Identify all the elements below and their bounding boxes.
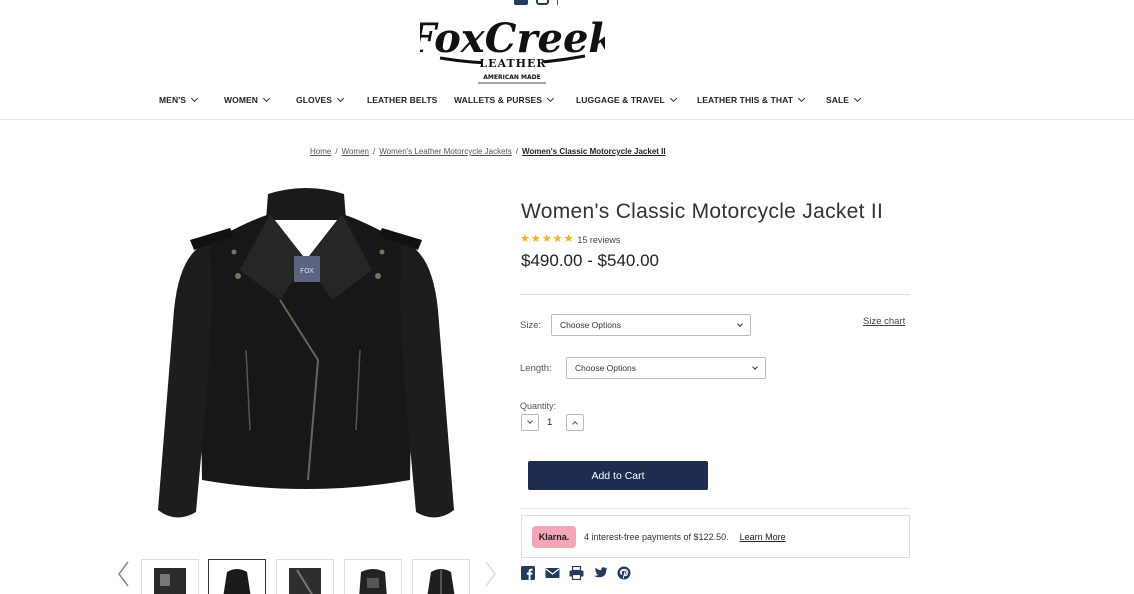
nav-item-gloves[interactable]: GLOVES: [296, 94, 345, 105]
print-icon[interactable]: [569, 565, 584, 581]
length-label: Length:: [520, 363, 552, 374]
nav-item-leather-belts[interactable]: LEATHER BELTS: [367, 95, 437, 105]
quantity-value[interactable]: 1: [547, 417, 552, 428]
chevron-down-icon: [752, 364, 758, 370]
logo-tagline: AMERICAN MADE: [483, 74, 540, 81]
nav-item-leather-this-that[interactable]: LEATHER THIS & THAT: [697, 94, 806, 105]
nav-item-wallets-purses[interactable]: WALLETS & PURSES: [454, 94, 555, 105]
nav-label: WALLETS & PURSES: [454, 95, 543, 105]
nav-label: GLOVES: [296, 95, 333, 105]
star-icon: ★: [520, 233, 530, 245]
chevron-down-icon: [854, 94, 862, 103]
gallery-thumbnail-active[interactable]: [208, 559, 266, 594]
nav-label: MEN'S: [159, 95, 187, 105]
divider: [520, 294, 910, 295]
gallery-next-button[interactable]: [484, 560, 498, 588]
email-icon[interactable]: [545, 566, 560, 580]
chevron-down-icon: [669, 94, 677, 103]
logo-graphic: FoxCreek LEATHER AMERICAN MADE: [407, 15, 616, 84]
breadcrumb-current[interactable]: Women's Classic Motorcycle Jacket II: [522, 147, 666, 156]
gallery-thumbnail[interactable]: [412, 559, 470, 594]
klarna-message: 4 interest-free payments of $122.50.: [584, 531, 729, 542]
chevron-left-icon: [118, 561, 129, 587]
jacket-image: FOX: [158, 188, 454, 518]
nav-label: LEATHER BELTS: [367, 95, 438, 105]
nav-label: LUGGAGE & TRAVEL: [576, 95, 665, 105]
nav-divider: [0, 119, 1134, 120]
nav-label: SALE: [826, 95, 850, 105]
size-select-value: Choose Options: [560, 320, 621, 330]
product-main-image[interactable]: FOX: [150, 180, 462, 540]
instagram-icon[interactable]: [536, 0, 549, 5]
thumbnail-image: [289, 568, 321, 594]
thumbnail-image: [223, 569, 251, 594]
facebook-icon[interactable]: [521, 566, 535, 580]
chevron-down-icon: [546, 94, 555, 103]
klarna-learn-more-link[interactable]: Learn More: [740, 532, 786, 542]
gallery-thumbnail[interactable]: [141, 559, 199, 594]
size-select[interactable]: Choose Options: [551, 314, 751, 336]
gallery-prev-button[interactable]: [116, 560, 130, 588]
chevron-down-icon: [262, 94, 271, 103]
star-icon: ★: [541, 233, 552, 245]
product-price: $490.00 - $540.00: [521, 251, 660, 270]
star-icon: ★: [552, 233, 563, 245]
length-select[interactable]: Choose Options: [566, 357, 766, 379]
twitter-icon[interactable]: [593, 566, 608, 580]
chevron-down-icon: [737, 321, 743, 327]
logo-sub: LEATHER: [479, 57, 546, 70]
size-label: Size:: [520, 320, 542, 331]
length-select-value: Choose Options: [575, 363, 636, 373]
klarna-promo: Klarna. 4 interest-free payments of $122…: [521, 515, 910, 558]
header-social-links: [514, 0, 558, 5]
chevron-down-icon: [527, 418, 533, 424]
breadcrumb-women[interactable]: Women: [342, 147, 369, 156]
nav-item-women[interactable]: WOMEN: [224, 94, 271, 105]
quantity-increase-button[interactable]: [566, 414, 584, 431]
reviews-link[interactable]: 15 reviews: [577, 235, 620, 245]
nav-label: LEATHER THIS & THAT: [697, 95, 794, 105]
main-nav: MEN'S WOMEN GLOVES LEATHER BELTS WALLETS…: [0, 94, 1134, 107]
size-chart-link[interactable]: Size chart: [863, 316, 905, 327]
product-rating[interactable]: ★ ★ ★ ★ ★ 15 reviews: [520, 234, 620, 245]
breadcrumb-category[interactable]: Women's Leather Motorcycle Jackets: [379, 147, 512, 156]
product-title: Women's Classic Motorcycle Jacket II: [521, 200, 884, 223]
chevron-down-icon: [797, 94, 806, 103]
nav-item-mens[interactable]: MEN'S: [159, 94, 199, 105]
quantity-decrease-button[interactable]: [521, 414, 539, 431]
logo-wordmark: FoxCreek: [420, 15, 605, 62]
chevron-up-icon: [572, 421, 578, 427]
quantity-label: Quantity:: [520, 401, 557, 411]
gallery-thumbnail[interactable]: [276, 559, 334, 594]
nav-item-sale[interactable]: SALE: [826, 94, 862, 105]
chevron-down-icon: [336, 94, 345, 103]
klarna-logo: Klarna.: [532, 525, 576, 548]
share-links: [521, 565, 631, 581]
svg-text:FOX: FOX: [300, 267, 314, 275]
gallery-thumbnail[interactable]: [344, 559, 402, 594]
divider: [557, 0, 558, 5]
nav-item-luggage-travel[interactable]: LUGGAGE & TRAVEL: [576, 94, 677, 105]
thumbnail-image: [427, 569, 455, 594]
nav-label: WOMEN: [224, 95, 259, 105]
pinterest-icon[interactable]: [617, 566, 631, 580]
star-icon: ★: [563, 233, 574, 245]
chevron-right-icon: [485, 561, 496, 587]
breadcrumb-separator: /: [335, 147, 338, 156]
star-icon: ★: [530, 233, 541, 245]
add-to-cart-button[interactable]: Add to Cart: [528, 461, 708, 490]
breadcrumb-home[interactable]: Home: [310, 147, 331, 156]
breadcrumb-separator: /: [373, 147, 376, 156]
site-logo[interactable]: FoxCreek LEATHER AMERICAN MADE: [407, 10, 616, 86]
breadcrumb: Home / Women / Women's Leather Motorcycl…: [310, 147, 666, 156]
breadcrumb-separator: /: [515, 147, 519, 156]
facebook-icon[interactable]: [514, 0, 528, 5]
chevron-down-icon: [191, 94, 199, 103]
divider: [520, 508, 910, 509]
thumbnail-image: [154, 568, 186, 594]
thumbnail-image: [359, 569, 387, 594]
